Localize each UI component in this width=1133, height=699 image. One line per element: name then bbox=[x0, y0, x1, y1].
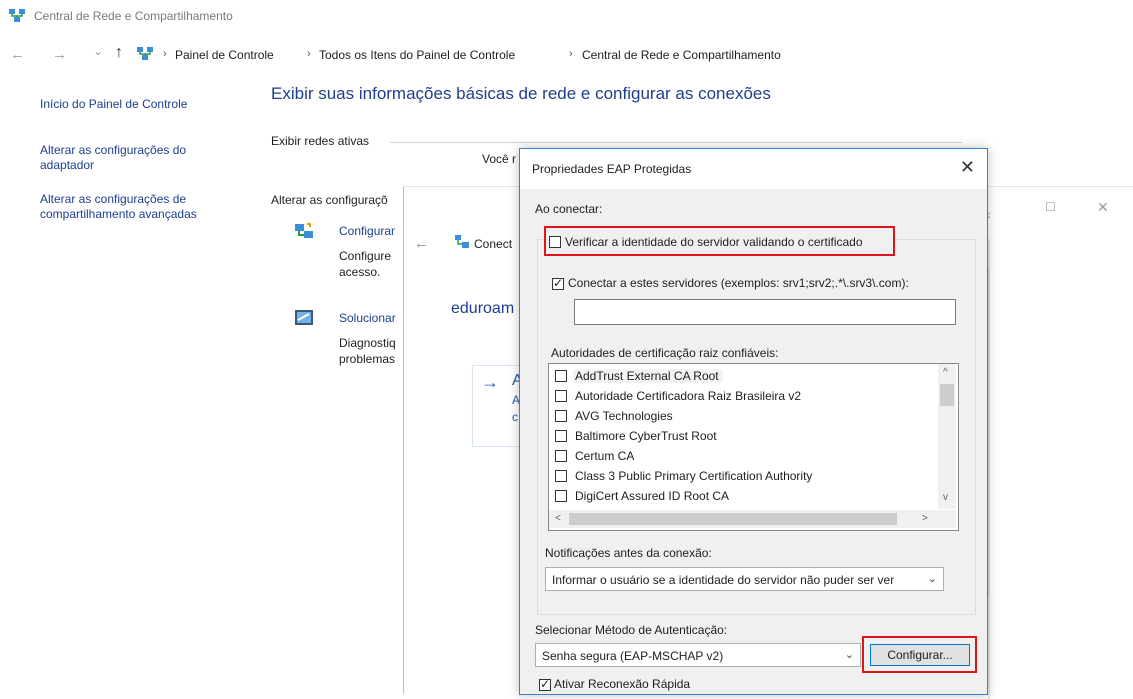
list-item-checkbox[interactable] bbox=[555, 490, 567, 502]
up-arrow-icon[interactable]: ↑ bbox=[115, 44, 123, 62]
scroll-left-icon[interactable]: < bbox=[555, 513, 561, 524]
trusted-roots-list[interactable]: AddTrust External CA Root Autoridade Cer… bbox=[548, 363, 959, 531]
troubleshoot-link[interactable]: Solucionar bbox=[339, 311, 396, 325]
breadcrumb-item[interactable]: Painel de Controle bbox=[175, 48, 274, 62]
notifications-label: Notificações antes da conexão: bbox=[545, 546, 712, 560]
scroll-right-icon[interactable]: > bbox=[922, 513, 928, 524]
dialog-title: Propriedades EAP Protegidas bbox=[532, 162, 692, 176]
option-desc: c bbox=[512, 410, 518, 424]
address-bar bbox=[0, 40, 1133, 70]
sidebar-item-sharing[interactable]: Alterar as configurações de compartilham… bbox=[40, 192, 197, 222]
when-connecting-label: Ao conectar: bbox=[535, 202, 603, 216]
list-item-label: Class 3 Public Primary Certification Aut… bbox=[575, 469, 813, 483]
connect-servers-label: Conectar a estes servidores (exemplos: s… bbox=[568, 276, 909, 290]
setup-connection-link[interactable]: Configurar bbox=[339, 224, 395, 238]
list-item[interactable]: Certum CA bbox=[553, 446, 933, 466]
highlight-box bbox=[862, 636, 977, 673]
list-item-checkbox[interactable] bbox=[555, 390, 567, 402]
setup-connection-desc: acesso. bbox=[339, 265, 381, 279]
network-name: eduroam bbox=[451, 300, 515, 317]
list-item-checkbox[interactable] bbox=[555, 450, 567, 462]
maximize-icon[interactable]: ☐ bbox=[1045, 200, 1056, 214]
scroll-thumb[interactable] bbox=[569, 513, 897, 525]
list-item-label: DigiCert Assured ID Root CA bbox=[575, 489, 730, 503]
scroll-corner bbox=[938, 510, 956, 528]
highlight-box bbox=[544, 226, 895, 256]
breadcrumb-separator: › bbox=[307, 48, 311, 60]
list-item[interactable]: DigiCert Assured ID Root CA bbox=[553, 486, 933, 506]
new-connection-icon bbox=[295, 223, 313, 238]
scroll-thumb[interactable] bbox=[940, 384, 954, 406]
connect-servers-checkbox[interactable] bbox=[552, 276, 564, 290]
you-label: Você r bbox=[482, 152, 517, 166]
notifications-select[interactable]: Informar o usuário se a identidade do se… bbox=[545, 567, 944, 591]
dialog-title-bar: Propriedades EAP Protegidas ✕ bbox=[520, 149, 987, 189]
list-item[interactable]: Baltimore CyberTrust Root bbox=[553, 426, 933, 446]
fast-reconnect-checkbox[interactable] bbox=[539, 677, 551, 691]
troubleshoot-icon bbox=[295, 310, 313, 325]
section-divider bbox=[390, 142, 962, 143]
sidebar-item-label: Alterar as configurações de bbox=[40, 192, 187, 206]
list-item-label: Baltimore CyberTrust Root bbox=[575, 429, 717, 443]
window-title: Central de Rede e Compartilhamento bbox=[34, 9, 233, 23]
servers-input[interactable] bbox=[574, 299, 956, 325]
scroll-up-icon[interactable]: ^ bbox=[943, 367, 948, 378]
arrow-right-icon: → bbox=[481, 372, 499, 392]
breadcrumb-separator: › bbox=[163, 48, 167, 60]
troubleshoot-desc: problemas bbox=[339, 352, 396, 366]
sidebar-item-label: Início do Painel de Controle bbox=[40, 97, 188, 111]
list-item[interactable]: Class 3 Public Primary Certification Aut… bbox=[553, 466, 933, 486]
close-icon[interactable]: ✕ bbox=[960, 157, 975, 178]
setup-connection-desc: Configure bbox=[339, 249, 392, 263]
sidebar-item-home[interactable]: Início do Painel de Controle bbox=[40, 97, 187, 112]
network-icon bbox=[455, 235, 469, 248]
list-item[interactable]: AddTrust External CA Root bbox=[553, 366, 933, 386]
list-item-checkbox[interactable] bbox=[555, 410, 567, 422]
close-icon[interactable]: ✕ bbox=[1097, 199, 1109, 216]
window-edge bbox=[988, 267, 989, 597]
list-item-checkbox[interactable] bbox=[555, 430, 567, 442]
active-networks-label: Exibir redes ativas bbox=[271, 134, 370, 148]
recent-locations-icon[interactable]: ⌄ bbox=[93, 44, 103, 58]
list-item-label: Certum CA bbox=[575, 449, 635, 463]
breadcrumb-item[interactable]: Central de Rede e Compartilhamento bbox=[582, 48, 781, 62]
horizontal-scrollbar[interactable]: < > bbox=[549, 510, 938, 528]
chevron-down-icon: ⌄ bbox=[927, 573, 937, 585]
list-item-label: Autoridade Certificadora Raiz Brasileira… bbox=[575, 389, 802, 403]
back-arrow-icon[interactable]: ← bbox=[10, 46, 25, 63]
sidebar-item-label: adaptador bbox=[40, 158, 95, 172]
chevron-down-icon: ⌄ bbox=[844, 649, 854, 661]
connection-option[interactable]: → A A c bbox=[472, 365, 523, 447]
scroll-down-icon[interactable]: v bbox=[943, 492, 948, 503]
auth-method-label: Selecionar Método de Autenticação: bbox=[535, 623, 728, 637]
sidebar-item-adapter[interactable]: Alterar as configurações do adaptador bbox=[40, 143, 186, 173]
breadcrumb-network-icon bbox=[137, 47, 153, 60]
fast-reconnect-label: Ativar Reconexão Rápida bbox=[554, 677, 691, 691]
forward-arrow-icon[interactable]: → bbox=[52, 46, 67, 63]
sidebar-item-label: compartilhamento avançadas bbox=[40, 207, 197, 221]
notifications-value: Informar o usuário se a identidade do se… bbox=[552, 573, 895, 587]
breadcrumb-item[interactable]: Todos os Itens do Painel de Controle bbox=[319, 48, 515, 62]
back-arrow-icon[interactable]: ← bbox=[414, 235, 429, 252]
list-item[interactable]: AVG Technologies bbox=[553, 406, 933, 426]
network-center-icon bbox=[9, 9, 25, 22]
auth-method-select[interactable]: Senha segura (EAP-MSCHAP v2) ⌄ bbox=[535, 643, 861, 667]
list-item-label: AVG Technologies bbox=[575, 409, 673, 423]
troubleshoot-desc: Diagnostiq bbox=[339, 336, 396, 350]
title-bar: Central de Rede e Compartilhamento bbox=[0, 0, 1133, 34]
page-title: Exibir suas informações básicas de rede … bbox=[271, 84, 771, 103]
trusted-roots-label: Autoridades de certificação raiz confiáv… bbox=[551, 346, 779, 360]
vertical-scrollbar[interactable]: ^ v bbox=[938, 364, 956, 509]
auth-method-value: Senha segura (EAP-MSCHAP v2) bbox=[542, 649, 724, 663]
sidebar-item-label: Alterar as configurações do bbox=[40, 143, 187, 157]
change-settings-label: Alterar as configuraçõ bbox=[271, 193, 388, 207]
list-item-label: AddTrust External CA Root bbox=[573, 369, 723, 383]
list-item-checkbox[interactable] bbox=[555, 370, 567, 382]
breadcrumb-separator: › bbox=[569, 48, 573, 60]
eap-properties-dialog: Propriedades EAP Protegidas ✕ Ao conecta… bbox=[519, 148, 988, 695]
window-title: Conect bbox=[474, 237, 513, 251]
list-item[interactable]: Autoridade Certificadora Raiz Brasileira… bbox=[553, 386, 933, 406]
list-item-checkbox[interactable] bbox=[555, 470, 567, 482]
